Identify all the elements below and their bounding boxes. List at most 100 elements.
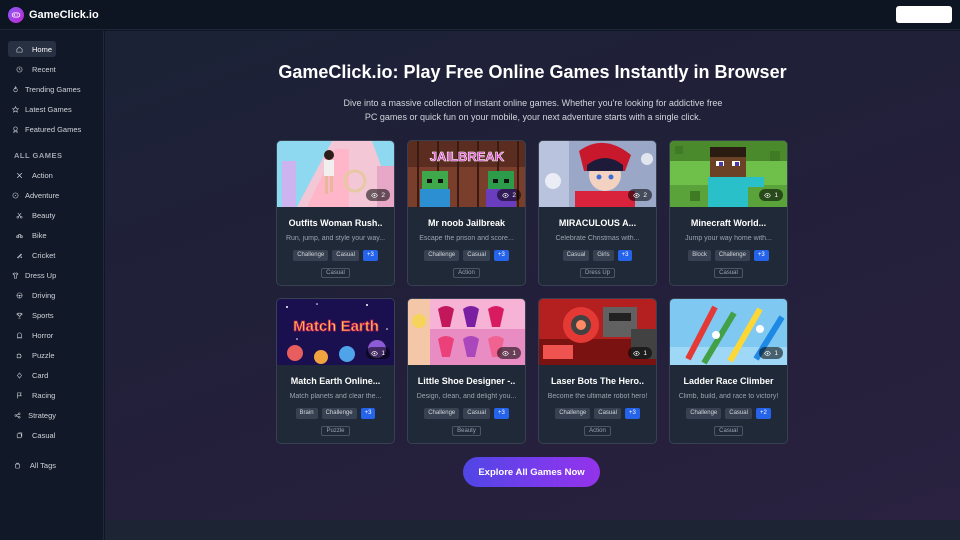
game-title[interactable]: Outfits Woman Rush.. [281, 218, 390, 228]
explore-all-games-button[interactable]: Explore All Games Now [463, 457, 600, 487]
sidebar-item-racing[interactable]: Racing [8, 387, 56, 403]
game-thumbnail[interactable]: 1 [408, 299, 525, 365]
game-thumbnail[interactable]: 1 [670, 299, 787, 365]
tag[interactable]: Casual [332, 250, 359, 261]
game-title[interactable]: Match Earth Online... [281, 376, 390, 386]
more-tags-badge[interactable]: +3 [360, 408, 376, 419]
tag[interactable]: Block [688, 250, 711, 261]
tag[interactable]: Challenge [714, 250, 750, 261]
category-badge[interactable]: Dress Up [579, 268, 615, 278]
tag[interactable]: Casual [725, 408, 752, 419]
login-button[interactable] [896, 6, 952, 23]
game-title[interactable]: Mr noob Jailbreak [412, 218, 521, 228]
game-description: Design, clean, and delight you... [416, 393, 517, 400]
more-tags-badge[interactable]: +3 [362, 250, 378, 261]
eye-icon [502, 192, 510, 198]
game-card[interactable]: 2 Outfits Woman Rush.. Run, jump, and st… [276, 140, 395, 286]
game-description: Escape the prison and score... [419, 235, 514, 242]
more-tags-badge[interactable]: +3 [493, 408, 509, 419]
sidebar-item-adventure[interactable]: Adventure [8, 187, 59, 203]
more-tags-badge[interactable]: +3 [617, 250, 633, 261]
tag[interactable]: Girls [593, 250, 614, 261]
category-badge[interactable]: Casual [714, 426, 743, 436]
eye-icon [502, 350, 510, 356]
tag-list: Casual Girls +3 [539, 250, 656, 261]
sidebar-item-dress-up[interactable]: Dress Up [8, 267, 56, 283]
tag[interactable]: Challenge [686, 408, 722, 419]
sidebar-item-all-tags[interactable]: All Tags [8, 457, 56, 473]
tag[interactable]: Casual [594, 408, 621, 419]
sidebar-item-label: Sports [32, 310, 54, 320]
game-card[interactable]: JAILBREAK 2 Mr noob Jailbreak Escape the… [407, 140, 526, 286]
sidebar-item-cricket[interactable]: Cricket [8, 247, 56, 263]
category-badge[interactable]: Casual [714, 268, 743, 278]
game-thumbnail[interactable]: 1 [670, 141, 787, 207]
game-title[interactable]: Ladder Race Climber [674, 376, 783, 386]
tag[interactable]: Challenge [321, 408, 357, 419]
scissors-icon [12, 212, 26, 219]
game-card[interactable]: Match Earth 1 Match Earth Online... Matc… [276, 298, 395, 444]
brand-logo[interactable]: GameClick.io [8, 6, 99, 23]
more-tags-badge[interactable]: +3 [493, 250, 509, 261]
eye-icon [764, 350, 772, 356]
tag[interactable]: Casual [562, 250, 590, 261]
eye-icon [371, 192, 379, 198]
puzzle-icon [12, 352, 26, 359]
sidebar-item-strategy[interactable]: Strategy [8, 407, 56, 423]
sidebar-item-card[interactable]: Card [8, 367, 56, 383]
sidebar-item-casual[interactable]: Casual [8, 427, 56, 443]
sidebar-item-latest[interactable]: Latest Games [8, 101, 72, 117]
sidebar-item-label: Beauty [32, 210, 56, 220]
sidebar-item-home[interactable]: Home [8, 41, 56, 57]
tag[interactable]: Brain [295, 408, 318, 419]
views-badge: 1 [366, 347, 390, 359]
views-count: 1 [381, 349, 385, 357]
game-card[interactable]: 1 Minecraft World... Jump your way home … [669, 140, 788, 286]
tag[interactable]: Casual [463, 250, 490, 261]
eye-icon [633, 350, 641, 356]
category-badge[interactable]: Casual [321, 268, 350, 278]
views-badge: 1 [759, 189, 783, 201]
more-tags-badge[interactable]: +2 [755, 408, 771, 419]
game-thumbnail[interactable]: Match Earth 1 [277, 299, 394, 365]
game-thumbnail[interactable]: 2 [277, 141, 394, 207]
category-badge[interactable]: Puzzle [321, 426, 350, 436]
game-title[interactable]: Minecraft World... [674, 218, 783, 228]
category-badge[interactable]: Action [584, 426, 611, 436]
game-thumbnail[interactable]: 2 [539, 141, 656, 207]
category-badge[interactable]: Action [453, 268, 480, 278]
game-title[interactable]: MIRACULOUS A... [543, 218, 652, 228]
sidebar-item-bike[interactable]: Bike [8, 227, 56, 243]
tag[interactable]: Challenge [424, 408, 460, 419]
game-thumbnail[interactable]: 1 [539, 299, 656, 365]
game-card[interactable]: 1 Laser Bots The Hero.. Become the ultim… [538, 298, 657, 444]
bike-icon [12, 232, 26, 239]
sidebar-item-featured[interactable]: Featured Games [8, 121, 81, 137]
game-card[interactable]: 2 MIRACULOUS A... Celebrate Christmas wi… [538, 140, 657, 286]
sidebar-item-sports[interactable]: Sports [8, 307, 56, 323]
game-thumbnail[interactable]: JAILBREAK 2 [408, 141, 525, 207]
game-description: Match planets and clear the... [289, 393, 382, 400]
sidebar-item-action[interactable]: Action [8, 167, 56, 183]
sidebar-item-puzzle[interactable]: Puzzle [8, 347, 56, 363]
game-card[interactable]: 1 Ladder Race Climber Climb, build, and … [669, 298, 788, 444]
tag[interactable]: Challenge [424, 250, 460, 261]
sidebar-item-label: Strategy [28, 410, 56, 420]
tag[interactable]: Casual [463, 408, 490, 419]
tag[interactable]: Challenge [293, 250, 329, 261]
more-tags-badge[interactable]: +3 [753, 250, 769, 261]
tag[interactable]: Challenge [555, 408, 591, 419]
sidebar-item-beauty[interactable]: Beauty [8, 207, 56, 223]
trophy-icon [12, 312, 26, 319]
category-badge[interactable]: Beauty [452, 426, 481, 436]
sidebar-item-trending[interactable]: Trending Games [8, 81, 81, 97]
steering-icon [12, 292, 26, 299]
game-title[interactable]: Little Shoe Designer -.. [412, 376, 521, 386]
tag-list: Challenge Casual +3 [277, 250, 394, 261]
game-title[interactable]: Laser Bots The Hero.. [543, 376, 652, 386]
game-card[interactable]: 1 Little Shoe Designer -.. Design, clean… [407, 298, 526, 444]
sidebar-item-label: Bike [32, 230, 47, 240]
sidebar-item-driving[interactable]: Driving [8, 287, 56, 303]
sidebar-item-horror[interactable]: Horror [8, 327, 56, 343]
more-tags-badge[interactable]: +3 [624, 408, 640, 419]
